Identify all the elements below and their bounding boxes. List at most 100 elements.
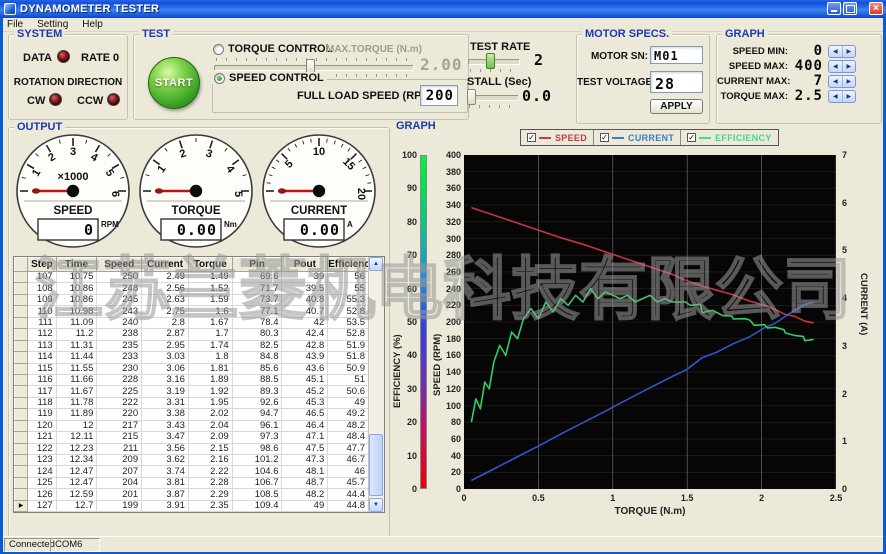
column-header-time[interactable]: Time (56, 258, 97, 272)
table-row[interactable]: 12412.472073.742.22104.648.146 (15, 466, 369, 477)
spinner-right-icon[interactable]: ▶ (843, 46, 856, 57)
table-row[interactable]: 11411.442333.031.884.843.951.8 (15, 352, 369, 363)
table-row[interactable]: 11111.092402.81.6778.44253.5 (15, 317, 369, 328)
table-cell: 114 (28, 352, 56, 363)
table-cell: 43.9 (282, 352, 328, 363)
graph-setting-spinner[interactable]: ◀▶ (828, 75, 856, 88)
test-voltage-input[interactable]: 28 (650, 71, 703, 93)
close-button[interactable]: × (869, 2, 883, 15)
table-cell: 2.35 (188, 500, 232, 511)
table-row[interactable]: 12312.342093.622.16101.247.346.7 (15, 455, 369, 466)
full-load-speed-input[interactable]: 200 (420, 85, 458, 106)
table-cell: 12.59 (56, 489, 97, 500)
axis-tick-label: 6 (842, 198, 847, 208)
spinner-left-icon[interactable]: ◀ (829, 46, 843, 57)
table-row[interactable]: 10710.752502.491.4969.63956 (15, 272, 369, 283)
table-cell: 46.5 (282, 409, 328, 420)
spinner-right-icon[interactable]: ▶ (843, 76, 856, 87)
minimize-button[interactable] (827, 2, 841, 15)
row-marker (15, 272, 28, 283)
spinner-left-icon[interactable]: ◀ (829, 91, 843, 102)
stall-slider-thumb[interactable] (467, 89, 476, 105)
gauge-unit: RPM (101, 220, 119, 229)
column-header-pout[interactable]: Pout (282, 258, 328, 272)
graph-setting-spinner[interactable]: ◀▶ (828, 45, 856, 58)
column-header-efficiency[interactable]: Efficiency (328, 258, 369, 272)
table-row[interactable]: 12512.472043.812.28106.748.745.7 (15, 477, 369, 488)
row-marker (15, 489, 28, 500)
gauge-pivot (67, 185, 79, 197)
table-cell: 48.7 (282, 477, 328, 488)
torque-control-radio[interactable] (213, 44, 224, 55)
table-row[interactable]: 12612.592013.872.29108.548.244.4 (15, 489, 369, 500)
status-bar: Connected COM6 (3, 536, 883, 552)
maximize-icon (846, 5, 855, 13)
column-header-pin[interactable]: Pin (232, 258, 282, 272)
table-row[interactable]: 12212.232113.562.1598.647.547.7 (15, 443, 369, 454)
motor-sn-input[interactable]: M01 (650, 46, 703, 64)
table-cell: 245 (97, 294, 142, 305)
table-cell: 217 (97, 420, 142, 431)
table-cell: 11.67 (56, 386, 97, 397)
table-row[interactable]: 11611.662283.161.8988.545.151 (15, 374, 369, 385)
axis-tick-label: 10 (407, 451, 417, 461)
table-row[interactable]: 11211.22382.871.780.342.452.8 (15, 329, 369, 340)
table-cell: 10.86 (56, 283, 97, 294)
maximize-button[interactable] (843, 2, 857, 15)
menu-help[interactable]: Help (75, 19, 110, 30)
spinner-right-icon[interactable]: ▶ (843, 61, 856, 72)
spinner-right-icon[interactable]: ▶ (843, 91, 856, 102)
table-row[interactable]: 11811.782223.311.9592.645.349 (15, 397, 369, 408)
column-header-speed[interactable]: Speed (97, 258, 142, 272)
column-header-torque[interactable]: Torque (188, 258, 232, 272)
table-row[interactable]: 12112.112153.472.0997.347.148.4 (15, 432, 369, 443)
legend-checkbox[interactable]: ✓ (600, 133, 609, 142)
title-bar[interactable]: DYNAMOMETER TESTER (0, 0, 886, 18)
table-cell: 199 (97, 500, 142, 511)
graph-setting-spinner[interactable]: ◀▶ (828, 60, 856, 73)
spinner-left-icon[interactable]: ◀ (829, 61, 843, 72)
table-cell: 10.98 (56, 306, 97, 317)
graph-setting-value: 2.5 (789, 88, 823, 104)
column-header-current[interactable]: Current (142, 258, 189, 272)
table-cell: 109.4 (232, 500, 282, 511)
axis-tick-label: 220 (446, 300, 461, 310)
legend-checkbox[interactable]: ✓ (687, 133, 696, 142)
table-cell: 49.2 (328, 409, 369, 420)
start-button[interactable]: START (148, 57, 200, 109)
axis-tick-label: 0 (842, 484, 847, 494)
scroll-up-button[interactable]: ▲ (369, 257, 383, 271)
test-rate-label: TEST RATE (470, 41, 530, 53)
cw-label: CW (27, 95, 45, 107)
stall-slider[interactable] (467, 91, 519, 107)
table-row[interactable]: 11010.982432.751.677.140.752.8 (15, 306, 369, 317)
table-row[interactable]: ▶12712.71993.912.35109.44944.8 (15, 500, 369, 511)
spinner-left-icon[interactable]: ◀ (829, 76, 843, 87)
chart-plot-area[interactable] (464, 155, 836, 489)
table-row[interactable]: 11911.892203.382.0294.746.549.2 (15, 409, 369, 420)
test-rate-slider-thumb[interactable] (486, 53, 495, 69)
table-row[interactable]: 120122173.432.0496.146.448.2 (15, 420, 369, 431)
table-scrollbar[interactable]: ▲ ▼ (368, 257, 384, 512)
legend-checkbox[interactable]: ✓ (527, 133, 536, 142)
legend-line-swatch (699, 137, 711, 139)
apply-button[interactable]: APPLY (650, 99, 703, 114)
scrollbar-thumb[interactable] (369, 434, 383, 496)
table-cell: 2.87 (142, 329, 189, 340)
legend-label: EFFICIENCY (715, 133, 772, 143)
test-rate-slider[interactable] (468, 55, 520, 71)
table-row[interactable]: 11511.552303.061.8185.643.650.9 (15, 363, 369, 374)
column-header-step[interactable]: Step (28, 258, 56, 272)
table-row[interactable]: 11311.312352.951.7482.542.851.9 (15, 340, 369, 351)
table-row[interactable]: 10810.862482.561.5271.739.555 (15, 283, 369, 294)
table-cell: 1.7 (188, 329, 232, 340)
speed-control-option[interactable]: SPEED CONTROL (211, 72, 327, 84)
scroll-down-button[interactable]: ▼ (369, 498, 383, 512)
table-row[interactable]: 11711.672253.191.9289.345.250.6 (15, 386, 369, 397)
table-cell: 44.4 (328, 489, 369, 500)
graph-setting-spinner[interactable]: ◀▶ (828, 90, 856, 103)
table-row[interactable]: 10910.862452.631.5973.740.855.3 (15, 294, 369, 305)
speed-control-radio[interactable] (214, 73, 225, 84)
torque-gauge: 12345TORQUE0.00Nm (137, 134, 255, 252)
table-cell: 97.3 (232, 432, 282, 443)
